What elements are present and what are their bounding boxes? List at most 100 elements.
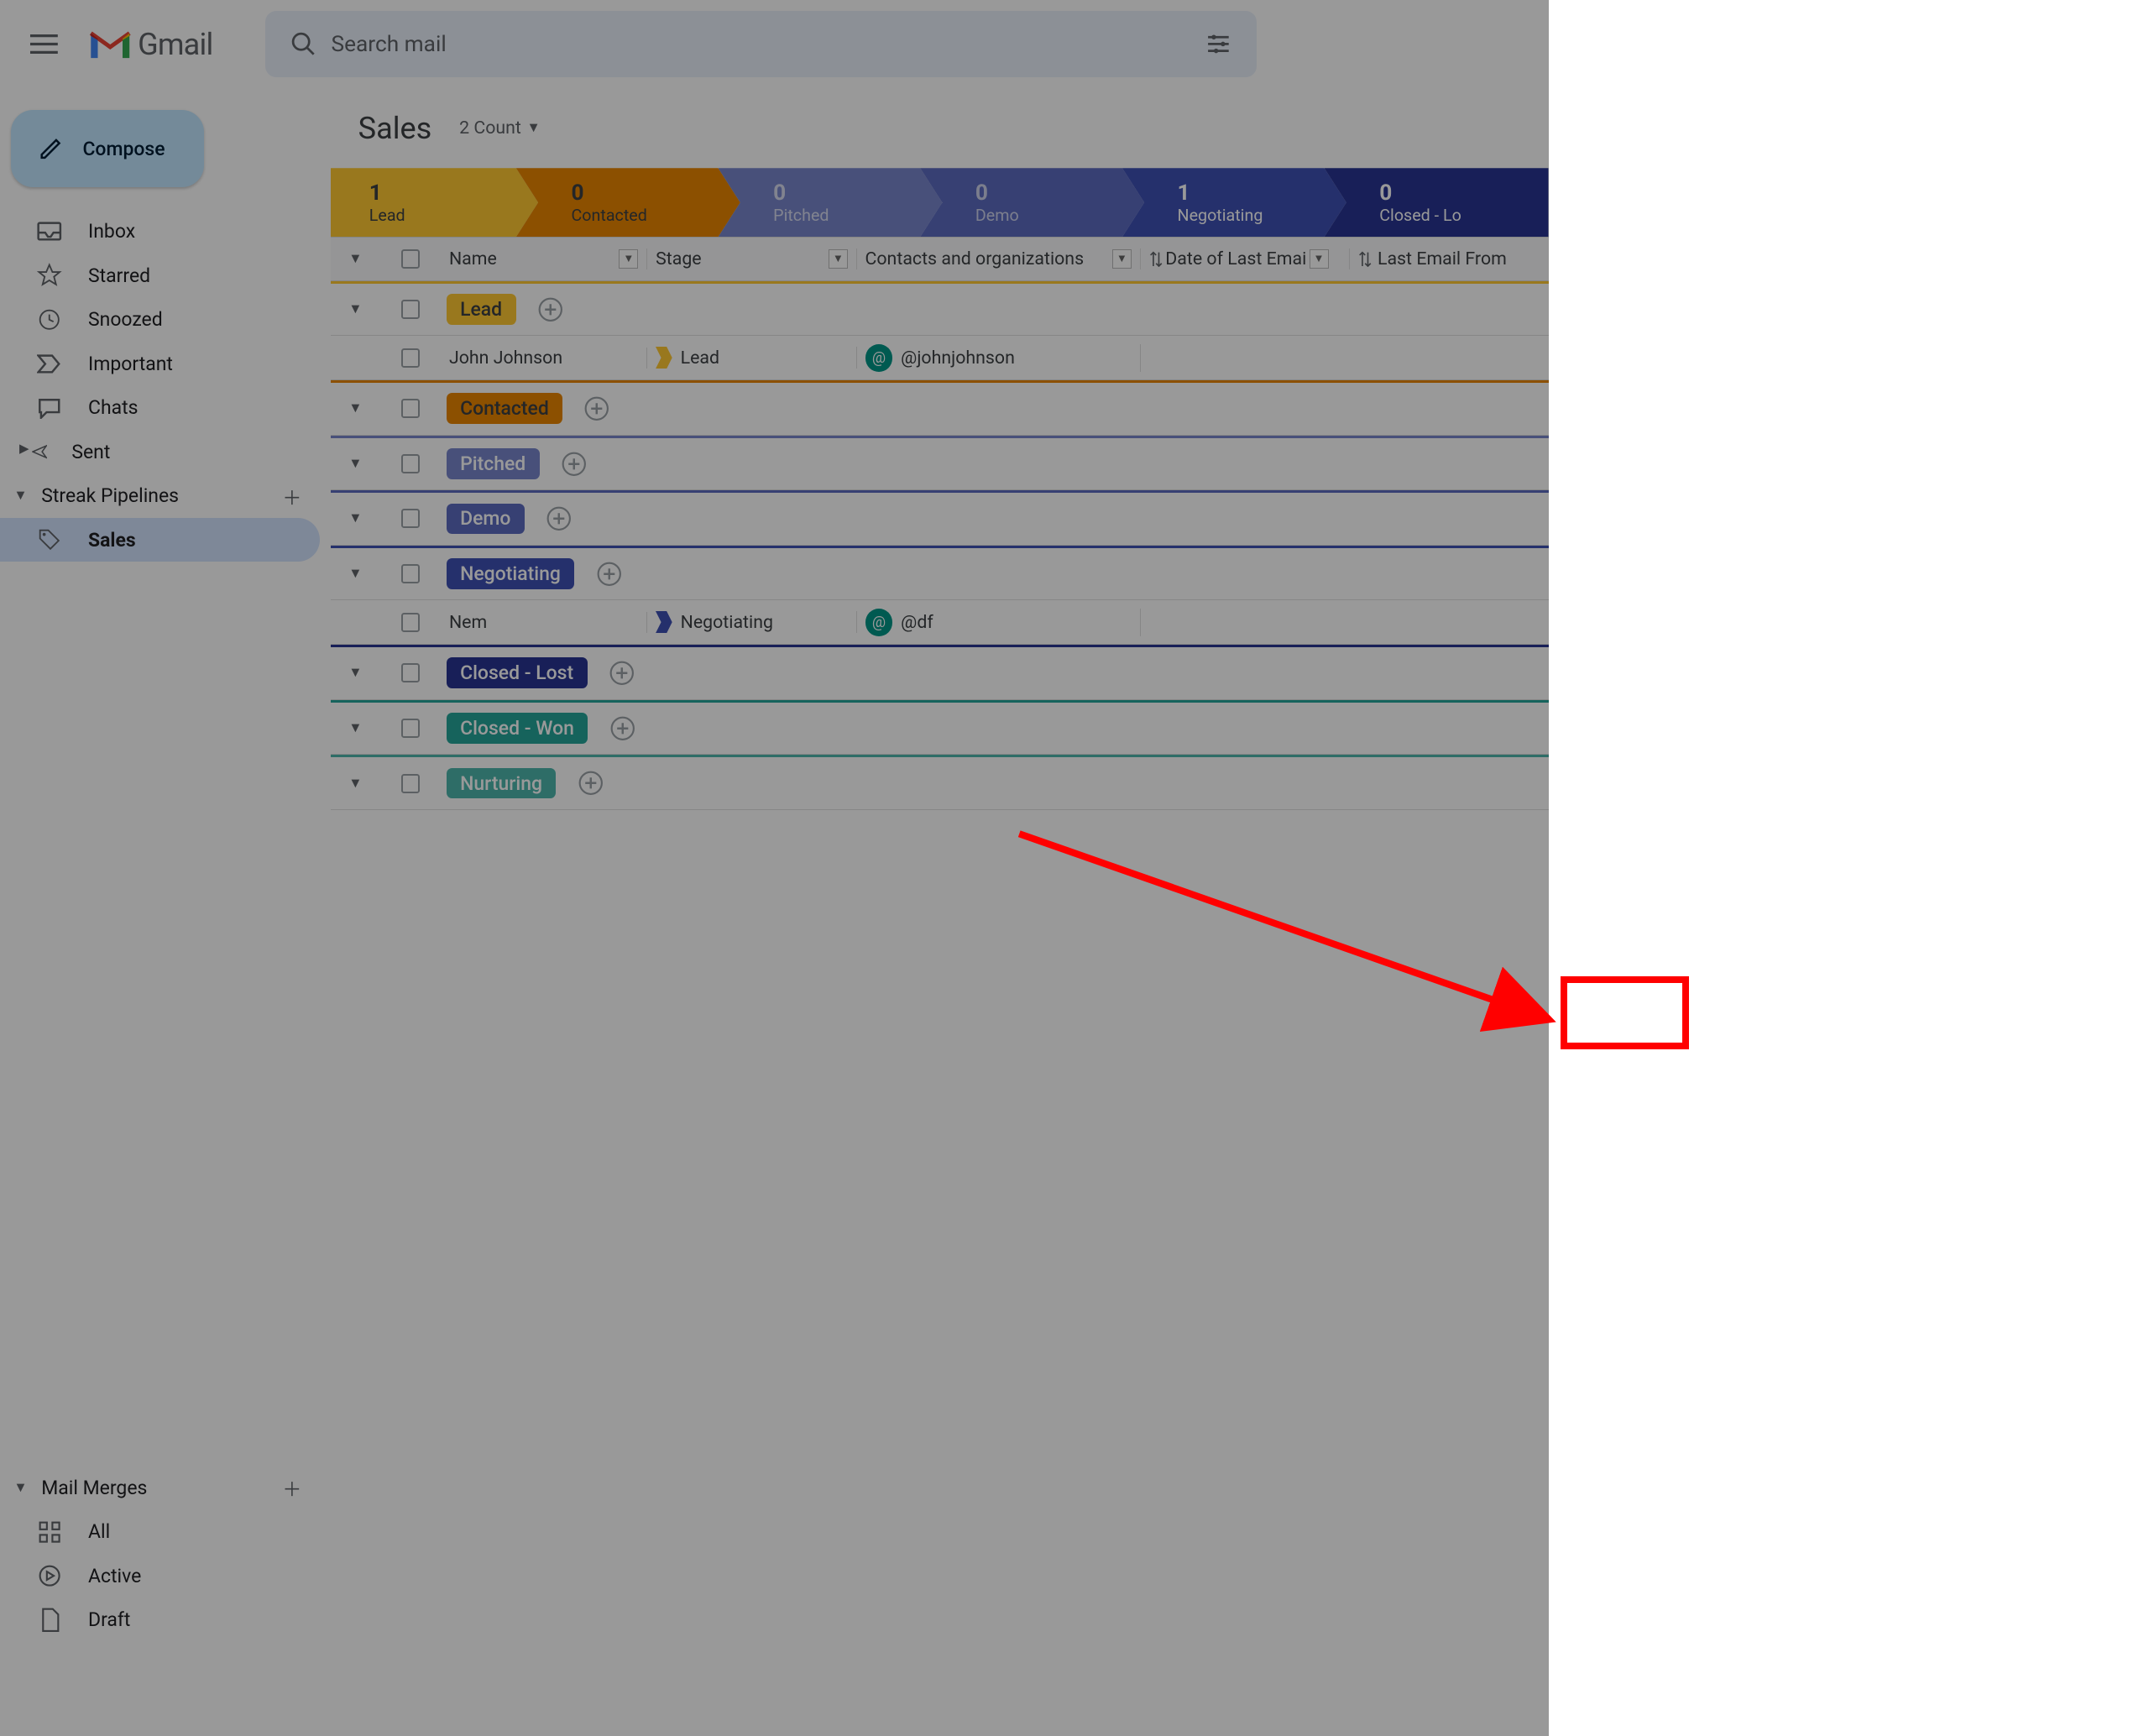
group-select[interactable] <box>380 564 441 583</box>
col-stage[interactable]: Stage▼ <box>647 248 856 269</box>
group-select[interactable] <box>380 454 441 473</box>
dropdown-icon[interactable]: ▼ <box>1310 249 1329 269</box>
sidebar-item-inbox[interactable]: Inbox <box>0 209 320 254</box>
grid-icon <box>36 1521 64 1543</box>
sidebar-item-starred[interactable]: Starred <box>0 254 320 298</box>
group-expand[interactable]: ▼ <box>331 776 380 792</box>
gmail-logo[interactable]: Gmail <box>77 27 224 62</box>
table-header: ▼ Name▼ Stage▼ Contacts and organization… <box>331 237 1549 281</box>
group-expand[interactable]: ▼ <box>331 566 380 582</box>
main-content: Sales 2 Count ▼ 1Lead 0Contacted 0Pitche… <box>331 88 1549 1736</box>
group-row: ▼ Negotiating <box>331 546 1549 601</box>
group-select[interactable] <box>380 663 441 682</box>
cell-stage[interactable]: Lead <box>647 347 856 369</box>
group-label: Demo <box>447 504 525 535</box>
table-row[interactable]: Nem Negotiating @@df <box>331 600 1549 645</box>
add-box-button[interactable] <box>593 559 624 589</box>
clock-icon <box>36 307 64 332</box>
group-row: ▼ Closed - Lost <box>331 645 1549 700</box>
add-merge-button[interactable]: ＋ <box>275 1472 308 1504</box>
search-options-icon[interactable] <box>1191 30 1247 58</box>
group-label: Pitched <box>447 448 540 479</box>
stage-negotiating[interactable]: 1Negotiating <box>1122 168 1346 237</box>
stage-funnel: 1Lead 0Contacted 0Pitched 0Demo 1Negotia… <box>331 168 1549 237</box>
stage-contacted[interactable]: 0Contacted <box>516 168 740 237</box>
add-box-button[interactable] <box>607 713 637 743</box>
dropdown-icon[interactable]: ▼ <box>619 249 638 269</box>
dropdown-icon[interactable]: ▼ <box>829 249 848 269</box>
stage-demo[interactable]: 0Demo <box>920 168 1144 237</box>
add-box-button[interactable] <box>607 658 637 688</box>
row-select[interactable] <box>380 348 441 368</box>
group-select[interactable] <box>380 774 441 793</box>
col-name[interactable]: Name▼ <box>441 248 647 269</box>
group-expand[interactable]: ▼ <box>331 665 380 681</box>
cell-contacts[interactable]: @@johnjohnson <box>857 344 1141 372</box>
group-row: ▼ Pitched <box>331 436 1549 491</box>
cell-name[interactable]: John Johnson <box>441 348 647 369</box>
stage-closed-lost[interactable]: 0Closed - Lo <box>1325 168 1549 237</box>
group-expand[interactable]: ▼ <box>331 400 380 416</box>
important-icon <box>36 354 64 374</box>
row-select[interactable] <box>380 613 441 632</box>
gmail-icon <box>88 28 133 60</box>
group-expand[interactable]: ▼ <box>331 720 380 736</box>
add-box-button[interactable] <box>544 504 574 534</box>
search-bar[interactable]: Search mail <box>265 11 1258 77</box>
stage-lead[interactable]: 1Lead <box>331 168 538 237</box>
sidebar-item-snoozed[interactable]: Snoozed <box>0 297 320 342</box>
avatar: @ <box>865 344 893 372</box>
section-streak-pipelines[interactable]: ▼Streak Pipelines ＋ <box>0 473 320 518</box>
sidebar-item-sent[interactable]: ▶Sent <box>0 430 320 474</box>
group-select[interactable] <box>380 719 441 738</box>
sidebar-item-all[interactable]: All <box>0 1510 320 1555</box>
pipeline-count[interactable]: 2 Count ▼ <box>459 118 541 139</box>
dropdown-icon[interactable]: ▼ <box>1112 249 1132 269</box>
search-input[interactable]: Search mail <box>332 32 1191 57</box>
send-icon: ▶ <box>19 441 47 463</box>
file-icon <box>36 1608 64 1633</box>
group-row: ▼ Closed - Won <box>331 700 1549 756</box>
select-all[interactable] <box>380 249 441 269</box>
cell-stage[interactable]: Negotiating <box>647 611 856 633</box>
compose-button[interactable]: Compose <box>11 110 204 187</box>
product-name: Gmail <box>138 27 212 62</box>
group-expand[interactable]: ▼ <box>331 301 380 317</box>
add-box-button[interactable] <box>559 448 589 478</box>
pipeline-title: Sales <box>358 111 432 146</box>
sort-icon <box>1149 251 1163 268</box>
group-label: Lead <box>447 294 516 325</box>
stage-pitched[interactable]: 0Pitched <box>719 168 943 237</box>
star-icon <box>36 263 64 288</box>
table-row[interactable]: John Johnson Lead @@johnjohnson <box>331 336 1549 380</box>
sidebar-item-draft[interactable]: Draft <box>0 1598 320 1643</box>
sidebar-item-active[interactable]: Active <box>0 1554 320 1598</box>
add-box-button[interactable] <box>582 394 612 424</box>
group-label: Closed - Won <box>447 713 588 744</box>
sidebar-item-chats[interactable]: Chats <box>0 385 320 430</box>
col-contacts[interactable]: Contacts and organizations▼ <box>857 248 1141 269</box>
add-box-button[interactable] <box>535 295 565 325</box>
cell-contacts[interactable]: @@df <box>857 609 1141 636</box>
group-expand[interactable]: ▼ <box>331 456 380 472</box>
add-pipeline-button[interactable]: ＋ <box>275 479 308 512</box>
expand-all[interactable]: ▼ <box>331 251 380 267</box>
sidebar-item-important[interactable]: Important <box>0 342 320 386</box>
cell-name[interactable]: Nem <box>441 612 647 633</box>
play-icon <box>36 1565 64 1587</box>
sidebar-item-sales[interactable]: Sales <box>0 518 320 562</box>
sidebar: Compose Inbox Starred Snoozed Important … <box>0 88 331 1736</box>
group-select[interactable] <box>380 509 441 528</box>
group-label: Negotiating <box>447 558 575 589</box>
group-label: Contacted <box>447 393 563 424</box>
col-date[interactable]: Date of Last Emai▼ <box>1141 248 1350 269</box>
main-menu-button[interactable] <box>11 11 77 77</box>
group-row: ▼ Contacted <box>331 380 1549 436</box>
group-select[interactable] <box>380 399 441 418</box>
group-expand[interactable]: ▼ <box>331 510 380 526</box>
add-box-button[interactable] <box>575 768 605 798</box>
section-mail-merges[interactable]: ▼Mail Merges ＋ <box>0 1466 320 1510</box>
group-select[interactable] <box>380 300 441 319</box>
sort-icon <box>1358 251 1372 268</box>
col-from[interactable]: Last Email From <box>1350 248 1529 269</box>
